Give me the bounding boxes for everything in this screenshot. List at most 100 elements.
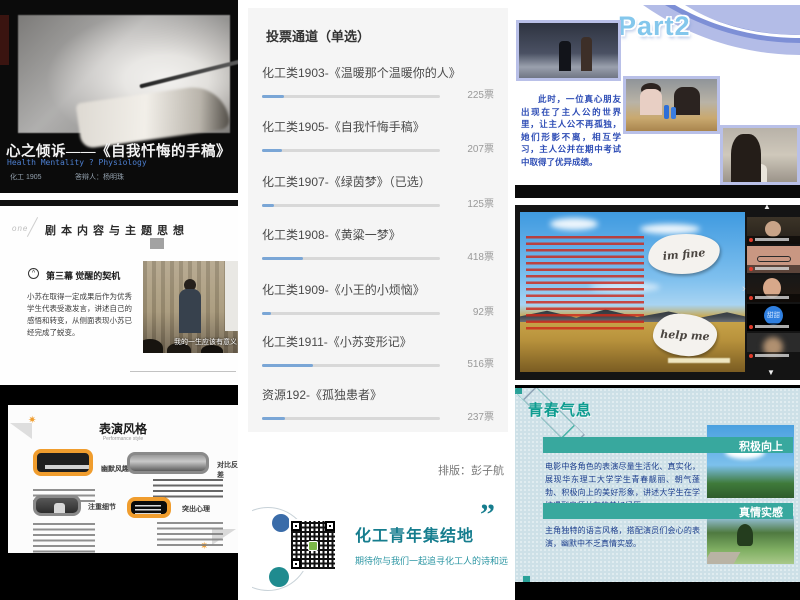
photo-edge-strip xyxy=(0,15,9,65)
blue-bottle xyxy=(671,107,676,119)
mic-icon xyxy=(749,238,753,242)
bottom-black-bar xyxy=(515,185,800,198)
video-subtitle: 我的一生应该有意义 xyxy=(173,337,237,347)
poll-option-name: 化工类1907-《绿茵梦》（已选） xyxy=(262,173,494,190)
style-paragraph-3 xyxy=(33,523,95,553)
slide-image-youth-vibe[interactable]: 青春气息 积极向上 电影中各角色的表演尽量生活化、真实化，展现华东理工大学学生青… xyxy=(515,385,800,600)
student-figure xyxy=(640,89,662,115)
name-bar xyxy=(747,294,800,302)
slide-image-confession-title[interactable]: 心之倾诉——《自我忏悔的手稿》 Health Mentality ? Physi… xyxy=(0,0,238,193)
poll-bar-fill xyxy=(262,417,285,420)
poll-votes: 207票 xyxy=(440,140,494,155)
hallway-photo xyxy=(516,20,621,81)
diagonal-divider xyxy=(27,217,38,237)
style-paragraph-4 xyxy=(157,522,223,546)
video-conference-screenshot[interactable]: im fine help me › ▲ 甜甜 xyxy=(515,205,800,380)
paragraph-sincere: 主角独特的语言风格，搭配演员们会心的表演，幽默中不乏真情实感。 xyxy=(545,524,700,550)
paper-note-im-fine: im fine xyxy=(646,231,721,277)
poll-votes: 516票 xyxy=(440,355,494,370)
qr-pattern xyxy=(291,521,335,569)
mic-icon xyxy=(749,267,753,271)
top-black-bar xyxy=(0,200,238,206)
poll-option[interactable]: 化工类1903-《温暖那个温暖你的人》 225票 xyxy=(262,64,494,101)
profile-photo xyxy=(720,125,800,185)
person-figure xyxy=(54,503,65,516)
collapse-down-icon[interactable]: ▼ xyxy=(767,368,775,377)
poll-bar-track xyxy=(262,204,440,207)
teal-corner-accent xyxy=(523,576,530,582)
name-bar xyxy=(747,236,800,244)
decorative-square xyxy=(150,238,164,249)
embedded-video-thumbnail[interactable]: 我的一生应该有意义 xyxy=(143,261,238,353)
tree-shape xyxy=(737,524,753,546)
poll-option-name: 化工类1903-《温暖那个温暖你的人》 xyxy=(262,64,494,81)
poll-votes: 92票 xyxy=(440,303,494,318)
qr-eye xyxy=(325,521,335,531)
participant-tile[interactable]: 甜甜 xyxy=(747,304,800,331)
speaker-silhouette xyxy=(179,289,201,333)
account-title: 化工青年集结地 xyxy=(355,522,474,546)
name-bar xyxy=(747,265,800,273)
poll-option[interactable]: 化工类1907-《绿茵梦》（已选） 125票 xyxy=(262,173,494,210)
glasses-shape xyxy=(757,256,791,262)
poll-votes: 418票 xyxy=(440,248,494,263)
thumb-caption-bar xyxy=(45,465,89,469)
style-thumbnail-3 xyxy=(33,495,81,516)
poll-option-name: 化工类1909-《小王的小烦恼》 xyxy=(262,281,494,298)
student-figure xyxy=(674,87,700,115)
slide-image-script-content[interactable]: one 剧本内容与主题思想 ^ 第三幕 觉醒的契机 小苏在取得一定成果后作为优秀… xyxy=(0,200,238,383)
poll-option[interactable]: 化工类1905-《自我忏悔手稿》 207票 xyxy=(262,118,494,155)
slide-subtitle-en: Health Mentality ? Physiology xyxy=(7,158,147,167)
path-shape xyxy=(707,552,740,564)
style-label-1: 幽默风趣 xyxy=(101,464,129,474)
banner-positive: 积极向上 xyxy=(543,437,793,453)
person-silhouette xyxy=(559,41,571,71)
participant-tile[interactable] xyxy=(747,217,800,244)
sky-trees-photo xyxy=(707,425,794,498)
section-index: one xyxy=(12,224,28,233)
slide-image-part2[interactable]: Part2 此时，一位真心朋友出现在了主人公的世界里，让主人公不再孤独，她们形影… xyxy=(515,5,800,198)
cloud xyxy=(640,224,700,234)
chevron-right-icon[interactable]: › xyxy=(742,283,746,295)
credits-text-lines xyxy=(135,505,161,517)
collage-page: 心之倾诉——《自我忏悔的手稿》 Health Mentality ? Physi… xyxy=(0,0,800,600)
shared-slide: im fine help me xyxy=(520,212,745,372)
participant-face xyxy=(765,221,781,237)
participant-tile[interactable] xyxy=(747,333,800,360)
slide-caption-bar xyxy=(668,358,730,363)
slide-title: 表演风格 xyxy=(8,420,238,437)
participant-sidebar: 甜甜 xyxy=(747,209,800,380)
classroom-photo xyxy=(623,76,720,134)
slide-title: 剧本内容与主题思想 xyxy=(45,222,189,238)
mic-icon xyxy=(749,354,753,358)
participant-name xyxy=(755,354,789,357)
blue-bottle xyxy=(664,105,669,119)
participant-tile[interactable] xyxy=(747,246,800,273)
mic-icon xyxy=(749,296,753,300)
slide-subtitle-en: Performance style xyxy=(8,436,238,442)
park-photo xyxy=(707,516,794,564)
poll-bar-fill xyxy=(262,257,303,260)
poll-option-name: 化工类1908-《黄粱一梦》 xyxy=(262,226,494,243)
teal-dot-decoration xyxy=(269,567,289,587)
poll-option-name: 化工类1911-《小苏变形记》 xyxy=(262,333,494,350)
style-thumbnail-2 xyxy=(127,452,209,474)
poll-votes: 125票 xyxy=(440,195,494,210)
style-label-2: 对比反差 xyxy=(217,460,238,480)
qr-center-logo xyxy=(308,541,318,551)
poll-option[interactable]: 化工类1909-《小王的小烦恼》 92票 xyxy=(262,281,494,318)
participant-tile[interactable] xyxy=(747,275,800,302)
sparkle-decoration: ✷ xyxy=(28,415,36,426)
person-silhouette xyxy=(581,37,592,71)
vote-panel-title: 投票通道（单选） xyxy=(266,26,370,45)
slide-image-performance-style[interactable]: 表演风格 Performance style ✷ ✷ 幽默风趣 对比反差 注重细… xyxy=(0,385,238,600)
banner-sincere: 真情实感 xyxy=(543,503,793,519)
participant-name xyxy=(755,238,789,241)
poll-option[interactable]: 资源192-《孤独患者》 237票 xyxy=(262,386,494,423)
poll-bar-track xyxy=(262,364,440,367)
style-thumbnail-4 xyxy=(127,497,171,518)
poll-option[interactable]: 化工类1911-《小苏变形记》 516票 xyxy=(262,333,494,370)
book-pen-photo xyxy=(18,15,230,133)
qr-code[interactable] xyxy=(289,519,337,571)
poll-option[interactable]: 化工类1908-《黄粱一梦》 418票 xyxy=(262,226,494,263)
